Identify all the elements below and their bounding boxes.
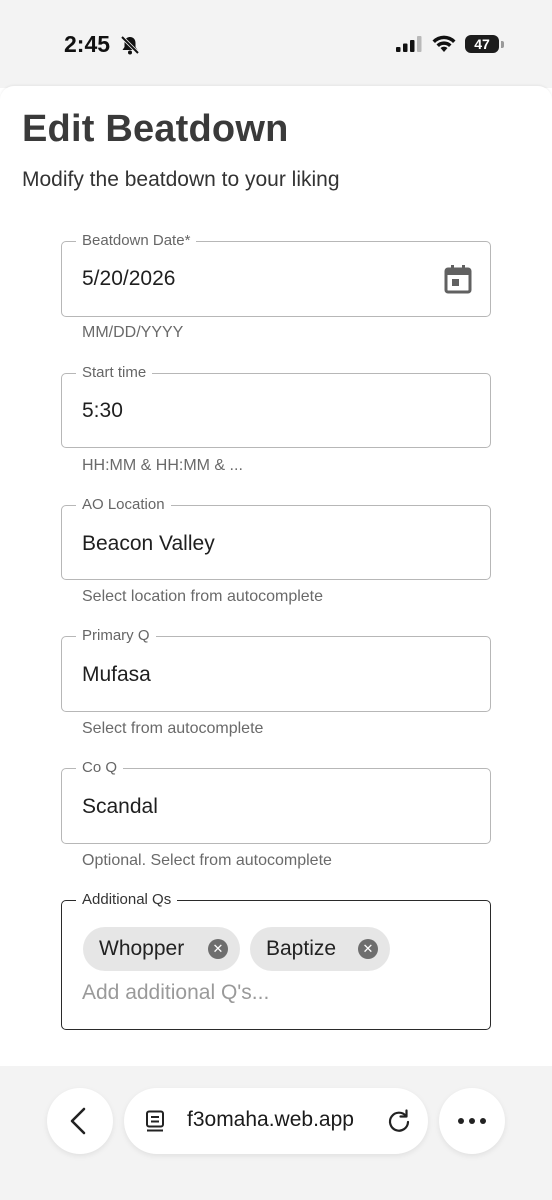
status-bar: 2:45 47	[0, 0, 552, 88]
co-q-label: Co Q	[76, 758, 124, 778]
close-circle-icon[interactable]: ✕	[358, 939, 378, 959]
chevron-left-icon	[70, 1107, 86, 1135]
bell-muted-icon	[120, 35, 140, 55]
primary-q-value: Mufasa	[82, 663, 151, 686]
ao-location-label: AO Location	[76, 495, 171, 515]
co-q-field[interactable]: Co Q Scandal	[61, 758, 491, 844]
more-horizontal-icon	[458, 1118, 486, 1124]
beatdown-date-helper: MM/DD/YYYY	[82, 324, 184, 341]
ao-location-value: Beacon Valley	[82, 532, 215, 555]
start-time-label: Start time	[76, 363, 153, 383]
beatdown-date-value: 5/20/2026	[82, 267, 176, 290]
back-button[interactable]	[47, 1088, 113, 1154]
beatdown-date-field[interactable]: Beatdown Date* 5/20/2026	[61, 231, 491, 317]
beatdown-date-label: Beatdown Date*	[76, 231, 197, 251]
ao-location-field[interactable]: AO Location Beacon Valley	[61, 495, 491, 580]
chip-whopper-label: Whopper	[99, 937, 185, 960]
address-bar[interactable]: f3omaha.web.app	[124, 1088, 428, 1154]
chip-baptize[interactable]: Baptize ✕	[250, 927, 390, 971]
ao-location-helper: Select location from autocomplete	[82, 588, 324, 605]
battery-indicator: 47	[465, 35, 504, 53]
page-title: Edit Beatdown	[22, 108, 289, 150]
start-time-helper: HH:MM & HH:MM & ...	[82, 457, 243, 474]
start-time-field[interactable]: Start time 5:30	[61, 363, 491, 448]
more-options-button[interactable]	[439, 1088, 505, 1154]
page-subtitle: Modify the beatdown to your liking	[22, 168, 340, 191]
cellular-signal-icon	[396, 36, 422, 52]
additional-qs-input[interactable]: Add additional Q's...	[82, 981, 269, 1005]
start-time-value: 5:30	[82, 399, 123, 422]
additional-qs-label: Additional Qs	[76, 890, 178, 910]
calendar-icon[interactable]	[444, 264, 472, 294]
close-circle-icon[interactable]: ✕	[208, 939, 228, 959]
additional-qs-field[interactable]: Additional Qs Whopper ✕ Baptize ✕ Add ad…	[61, 890, 491, 1030]
co-q-helper: Optional. Select from autocomplete	[82, 852, 332, 869]
primary-q-helper: Select from autocomplete	[82, 720, 264, 737]
wifi-icon	[432, 35, 456, 52]
primary-q-field[interactable]: Primary Q Mufasa	[61, 626, 491, 712]
url-text: f3omaha.web.app	[187, 1108, 354, 1131]
primary-q-label: Primary Q	[76, 626, 156, 646]
co-q-value: Scandal	[82, 795, 158, 818]
tab-list-icon[interactable]	[144, 1109, 168, 1133]
status-time: 2:45	[64, 31, 111, 57]
reload-icon[interactable]	[386, 1108, 412, 1134]
chip-baptize-label: Baptize	[266, 937, 337, 960]
chip-whopper[interactable]: Whopper ✕	[83, 927, 240, 971]
